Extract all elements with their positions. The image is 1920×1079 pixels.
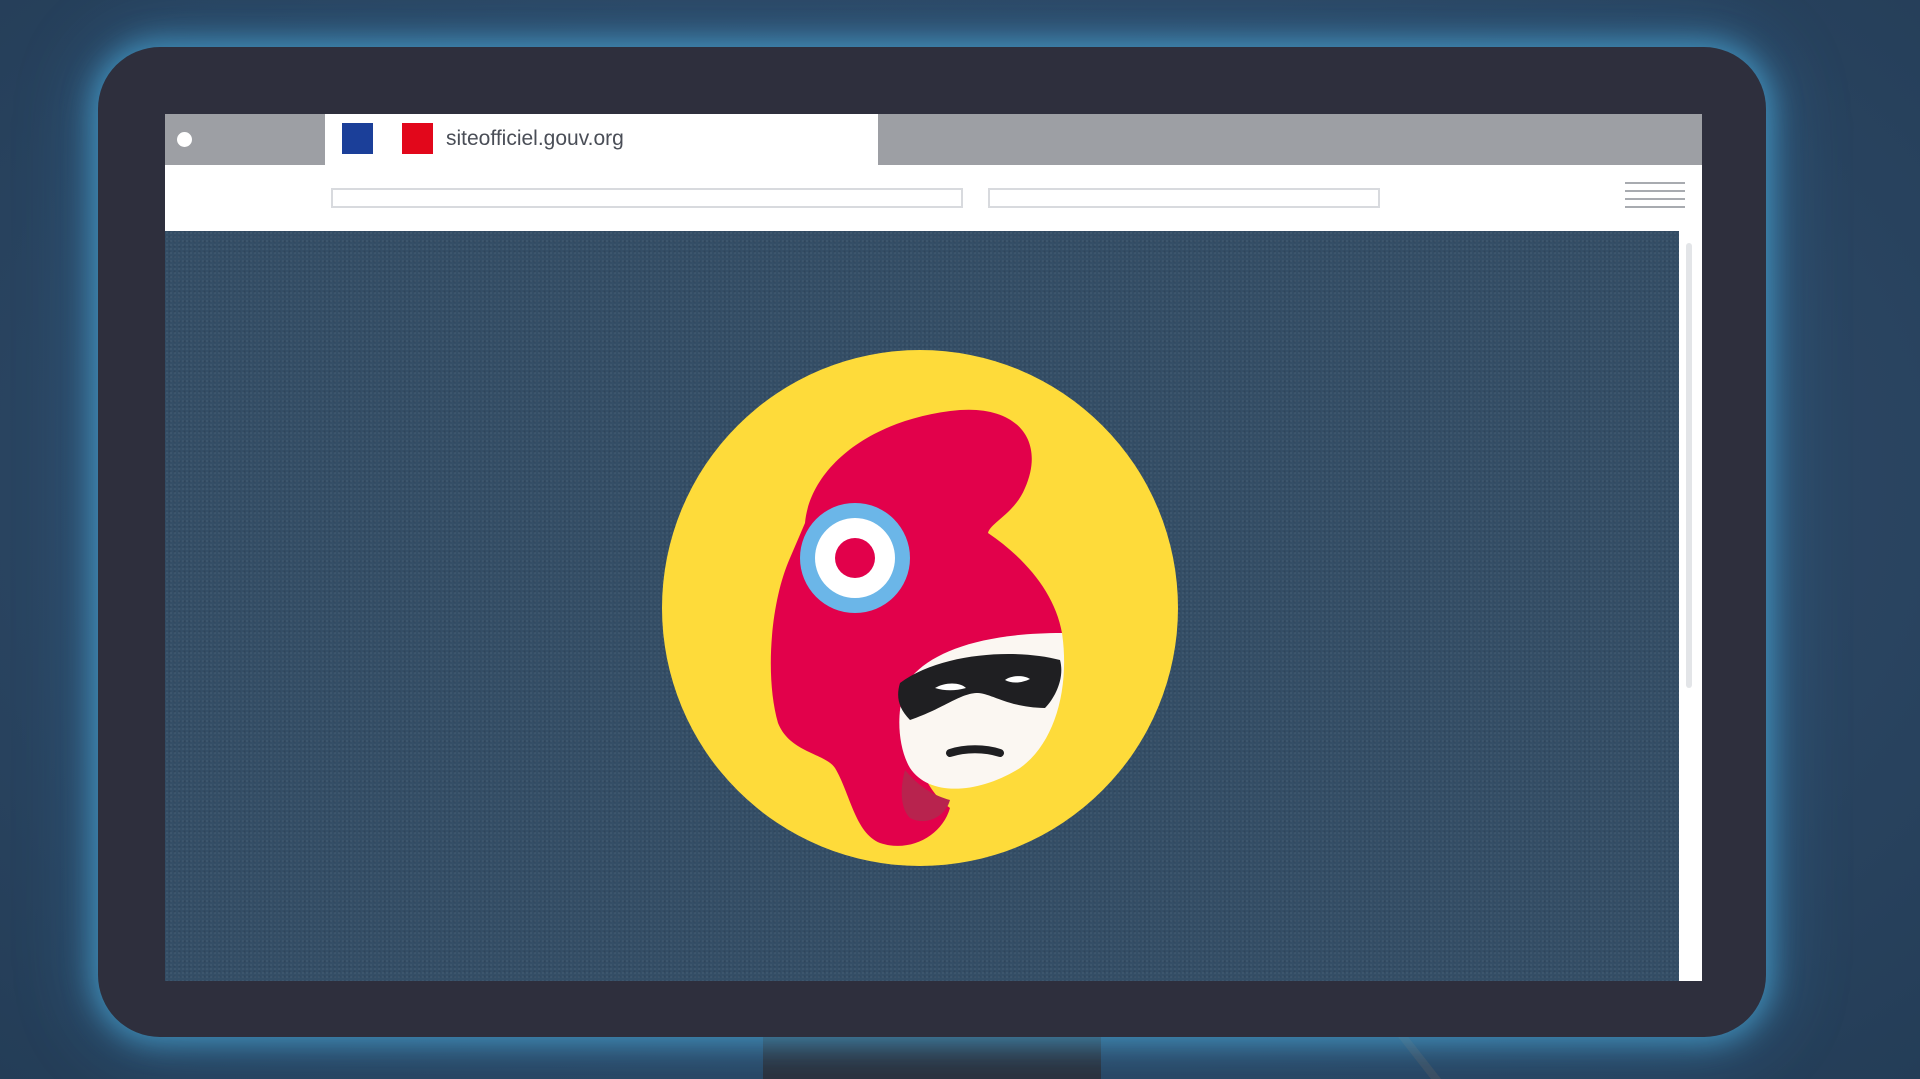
scrollbar-thumb[interactable] [1686, 243, 1692, 688]
window-control-dot[interactable] [177, 132, 192, 147]
blue-square-icon [342, 123, 373, 154]
browser-toolbar [165, 165, 1702, 231]
browser-tab-active[interactable]: siteofficiel.gouv.org [325, 114, 878, 167]
address-bar[interactable] [331, 188, 963, 208]
hamburger-menu-icon[interactable] [1625, 182, 1685, 218]
masked-marianne-icon [662, 350, 1178, 866]
page-content [165, 231, 1679, 981]
vertical-scrollbar[interactable] [1679, 231, 1702, 981]
monitor-stand [763, 1030, 1101, 1079]
search-field[interactable] [988, 188, 1380, 208]
tab-bar: siteofficiel.gouv.org [165, 114, 1702, 167]
tab-title: siteofficiel.gouv.org [446, 127, 624, 150]
browser-window: siteofficiel.gouv.org [165, 114, 1702, 981]
monitor-frame: siteofficiel.gouv.org [98, 47, 1766, 1037]
scene: siteofficiel.gouv.org [0, 0, 1920, 1079]
red-square-icon [402, 123, 433, 154]
